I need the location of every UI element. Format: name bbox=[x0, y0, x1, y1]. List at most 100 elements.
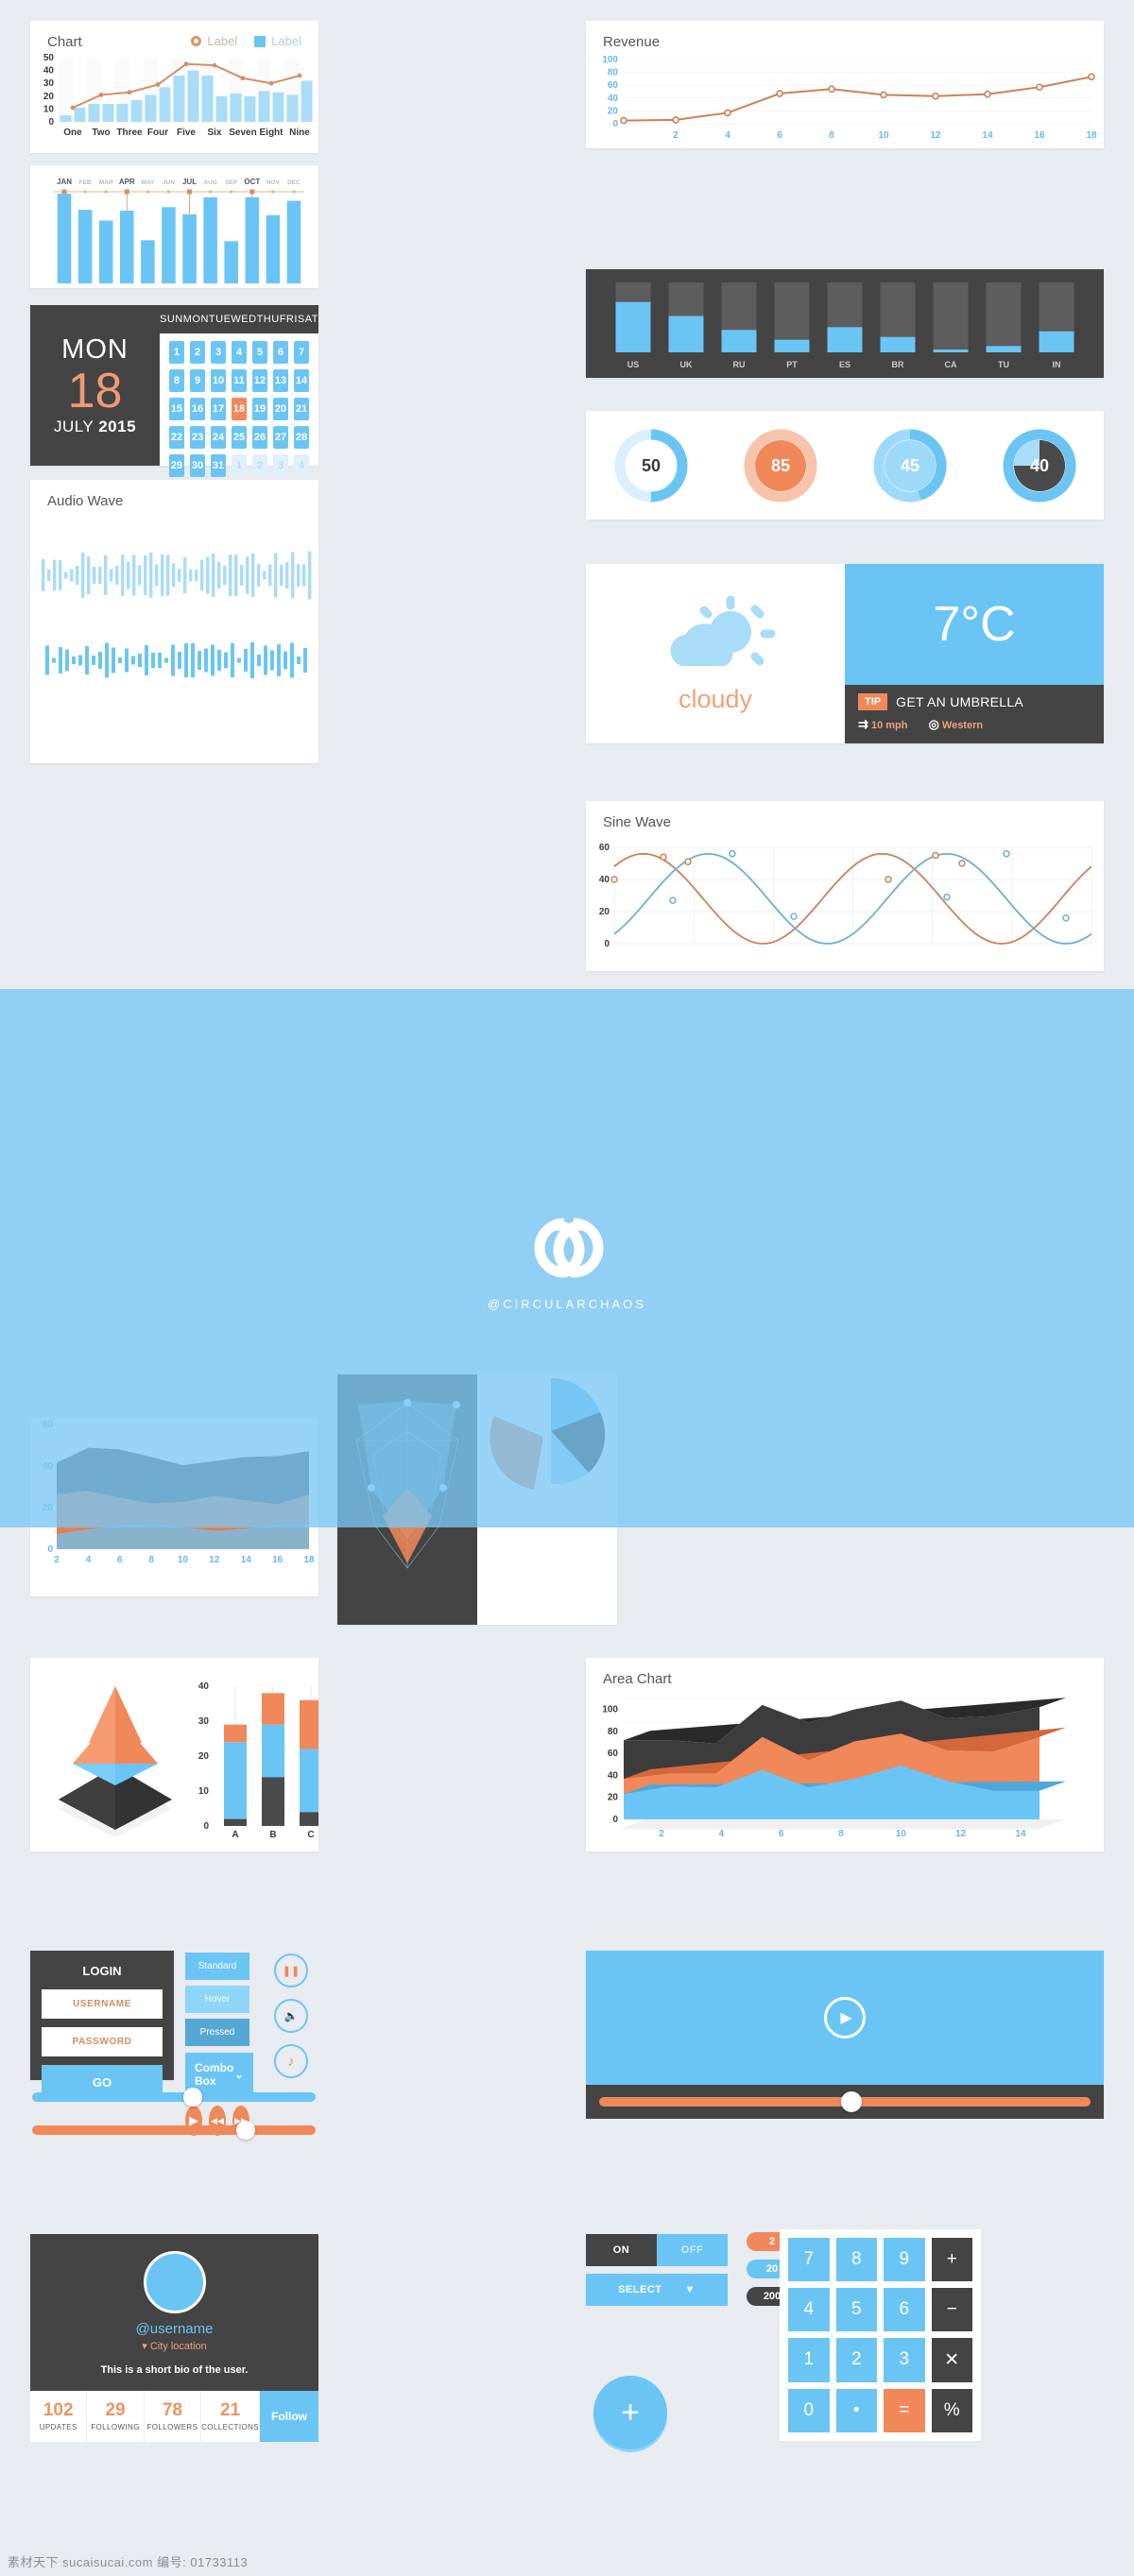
video-stage[interactable]: ▶ bbox=[586, 1951, 1104, 2085]
pause-button[interactable]: ❚❚ bbox=[274, 1953, 308, 1987]
legend-circle-icon bbox=[191, 36, 202, 46]
svg-text:30: 30 bbox=[198, 1716, 210, 1727]
calc-key-9[interactable]: 9 bbox=[884, 2238, 925, 2281]
calc-key-7[interactable]: 7 bbox=[788, 2238, 830, 2281]
calendar-day-cell[interactable]: 20 bbox=[273, 398, 288, 420]
slider-blue-knob[interactable] bbox=[183, 2088, 202, 2107]
audio-wave-card: Audio Wave bbox=[30, 480, 318, 763]
calc-key-=[interactable]: = bbox=[884, 2389, 925, 2432]
calendar-day-cell[interactable]: 28 bbox=[294, 426, 309, 449]
calculator-keypad[interactable]: 7 8 9 +4 5 6− 1 2 3 ✕ 0 • =% bbox=[780, 2229, 981, 2441]
follow-button[interactable]: Follow bbox=[259, 2391, 318, 2442]
calendar-day-cell[interactable]: 8 bbox=[169, 369, 184, 392]
svg-text:20: 20 bbox=[608, 1793, 619, 1803]
calendar-day-cell[interactable]: 16 bbox=[190, 398, 205, 420]
smooth-area-plot: 0 20 40 60 2 4 6 8 10 12 14 16 18 bbox=[43, 1420, 315, 1565]
calc-key-5[interactable]: 5 bbox=[835, 2288, 877, 2331]
calc-key-1[interactable]: 1 bbox=[788, 2338, 830, 2382]
calendar-day-cell[interactable]: 31 bbox=[211, 454, 226, 477]
months-plot: JAN FEB MAR APR MAY JUN JUL AUG SEP OCT NOV DEC bbox=[54, 178, 304, 283]
video-player[interactable]: ▶ bbox=[586, 1951, 1104, 2132]
hover-button[interactable]: Hover bbox=[185, 1986, 249, 2013]
pressed-button[interactable]: Pressed bbox=[185, 2019, 249, 2046]
calc-key-4[interactable]: 4 bbox=[788, 2288, 830, 2331]
sine-wave-plot: 0 20 40 60 bbox=[599, 843, 1092, 949]
calendar-day-cell[interactable]: 2 bbox=[252, 454, 267, 477]
username-input[interactable]: USERNAME bbox=[42, 1989, 163, 2019]
calendar-day-cell[interactable]: 25 bbox=[232, 426, 247, 449]
toggle-off[interactable]: OFF bbox=[657, 2234, 728, 2266]
svg-text:8: 8 bbox=[829, 130, 834, 141]
svg-text:US: US bbox=[627, 360, 640, 369]
calendar-day-cell[interactable]: 18 bbox=[232, 398, 247, 420]
select-dropdown[interactable]: SELECT ▼ bbox=[586, 2274, 728, 2306]
calendar-day-cell[interactable]: 19 bbox=[252, 398, 267, 420]
svg-text:IN: IN bbox=[1053, 360, 1061, 369]
video-progress-knob[interactable] bbox=[841, 2091, 862, 2112]
profile-card: @username ▾ City location This is a shor… bbox=[30, 2234, 318, 2442]
calc-key-6[interactable]: 6 bbox=[884, 2288, 925, 2331]
calc-key-•[interactable]: • bbox=[835, 2389, 877, 2432]
calendar-day-cell[interactable]: 12 bbox=[252, 369, 267, 392]
calendar-day-cell[interactable]: 7 bbox=[294, 341, 309, 364]
calendar-day-cell[interactable]: 3 bbox=[273, 454, 288, 477]
toggle-on[interactable]: ON bbox=[586, 2234, 657, 2266]
calendar-day-cell[interactable]: 11 bbox=[232, 369, 247, 392]
calendar-day-cell[interactable]: 5 bbox=[252, 341, 267, 364]
profile-stat-label: FOLLOWING bbox=[91, 2423, 140, 2431]
calendar-day-cell[interactable]: 6 bbox=[273, 341, 288, 364]
calendar-weekday-header: SUN MON TUE WED THU FRI SAT bbox=[160, 305, 318, 333]
calendar-day-cell[interactable]: 17 bbox=[211, 398, 226, 420]
calc-key-+[interactable]: + bbox=[931, 2238, 972, 2281]
calc-key-2[interactable]: 2 bbox=[835, 2338, 877, 2382]
calendar-day-cell[interactable]: 14 bbox=[294, 369, 309, 392]
calendar-day-cell[interactable]: 26 bbox=[252, 426, 267, 449]
calc-key-3[interactable]: 3 bbox=[884, 2338, 925, 2382]
calc-key-−[interactable]: − bbox=[931, 2288, 972, 2331]
calendar-day-cell[interactable]: 1 bbox=[169, 341, 184, 364]
calc-key-%[interactable]: % bbox=[931, 2389, 972, 2432]
volume-button[interactable]: 🔈 bbox=[274, 1999, 308, 2033]
calendar-day-cell[interactable]: 1 bbox=[232, 454, 247, 477]
calendar-month-year: JULY 2015 bbox=[54, 418, 136, 436]
svg-text:30: 30 bbox=[43, 78, 55, 89]
calendar-day-cell[interactable]: 21 bbox=[294, 398, 309, 420]
slider-blue[interactable] bbox=[32, 2088, 316, 2107]
slider-orange-track[interactable] bbox=[32, 2121, 316, 2140]
calendar-day-cell[interactable]: 2 bbox=[190, 341, 205, 364]
video-play-button[interactable]: ▶ bbox=[824, 1997, 866, 2039]
calendar-day-cell[interactable]: 23 bbox=[190, 426, 205, 449]
calendar-day-cell[interactable]: 4 bbox=[294, 454, 309, 477]
slider-blue-track[interactable] bbox=[32, 2088, 316, 2107]
login-title: LOGIN bbox=[82, 1964, 122, 1978]
calendar-day-cell[interactable]: 10 bbox=[211, 369, 226, 392]
video-progress-track[interactable] bbox=[599, 2091, 1091, 2112]
button-samples: Standard Hover Pressed Combo Box ⌄ ▶ ◀◀ … bbox=[185, 1953, 253, 2136]
calendar-day-cell[interactable]: 22 bbox=[169, 426, 184, 449]
calendar-day-cell[interactable]: 30 bbox=[190, 454, 205, 477]
calendar-day-cell[interactable]: 29 bbox=[169, 454, 184, 477]
standard-button[interactable]: Standard bbox=[185, 1953, 249, 1980]
on-off-toggle[interactable]: ON OFF bbox=[586, 2234, 728, 2266]
svg-text:0: 0 bbox=[48, 117, 54, 128]
calendar-day-cell[interactable]: 9 bbox=[190, 369, 205, 392]
calc-key-✕[interactable]: ✕ bbox=[931, 2338, 972, 2382]
pyramid-card: 0 10 20 30 40 A B C bbox=[30, 1658, 318, 1851]
floating-action-button[interactable]: + bbox=[593, 2376, 667, 2449]
calc-key-0[interactable]: 0 bbox=[788, 2389, 830, 2432]
calendar-day-cell[interactable]: 15 bbox=[169, 398, 184, 420]
calendar-weekday: MON bbox=[61, 334, 129, 366]
weather-meta: ⇉ 10 mph ◎ Western bbox=[858, 717, 1091, 732]
slider-orange[interactable] bbox=[32, 2121, 316, 2140]
slider-orange-knob[interactable] bbox=[236, 2121, 255, 2140]
calendar-day-cell[interactable]: 27 bbox=[273, 426, 288, 449]
calc-key-8[interactable]: 8 bbox=[835, 2238, 877, 2281]
svg-text:20: 20 bbox=[43, 92, 55, 102]
music-button[interactable]: ♪ bbox=[274, 2044, 308, 2078]
calendar-day-cell[interactable]: 4 bbox=[232, 341, 247, 364]
calendar-day-cell[interactable]: 13 bbox=[273, 369, 288, 392]
calendar-day-cell[interactable]: 3 bbox=[211, 341, 226, 364]
password-input[interactable]: PASSWORD bbox=[42, 2027, 163, 2056]
calendar-day-cell[interactable]: 24 bbox=[211, 426, 226, 449]
calendar-days-grid[interactable]: 1 2 3 4 5 6 7 8 9 10 11 12 13 14 15 16 17 18 19 20 21 22 23 24 2… bbox=[160, 333, 318, 485]
